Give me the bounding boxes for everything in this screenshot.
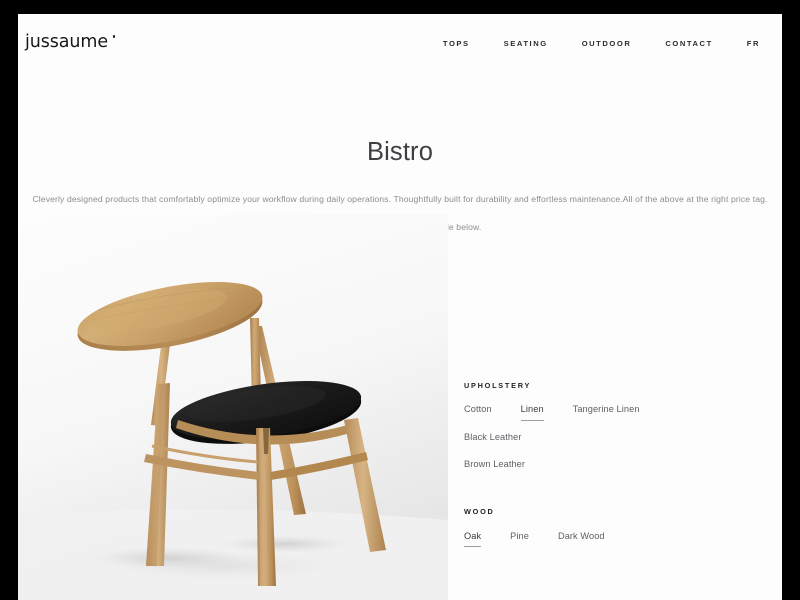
upholstery-option-black-leather[interactable]: Black Leather [464,431,521,448]
option-group-wood: WOOD Oak Pine Dark Wood [464,508,764,547]
wood-label: WOOD [464,507,495,517]
page-title: Bistro [366,138,434,166]
window-frame: jussaume TOPS SEATING OUTDOOR CONTACT FR… [0,0,800,600]
wood-option-oak[interactable]: Oak [464,530,482,547]
hero-paragraph-1: Cleverly designed products that comforta… [32,193,768,204]
site-header: jussaume TOPS SEATING OUTDOOR CONTACT FR [18,14,782,72]
brand-logo-text: jussaume [25,32,109,53]
upholstery-option-tangerine-linen[interactable]: Tangerine Linen [573,403,640,420]
upholstery-option-brown-leather[interactable]: Brown Leather [464,458,732,475]
registered-dot-icon [112,35,116,38]
page-viewport: jussaume TOPS SEATING OUTDOOR CONTACT FR… [18,14,782,600]
nav-item-language-fr[interactable]: FR [730,35,770,52]
upholstery-label: UPHOLSTERY [464,381,532,390]
upholstery-option-linen[interactable]: Linen [520,403,544,421]
option-group-upholstery: UPHOLSTERY Cotton Linen Tangerine Linen … [464,382,764,475]
nav-item-outdoor[interactable]: OUTDOOR [565,35,649,52]
upholstery-option-list: Cotton Linen Tangerine Linen Black Leath… [464,403,732,475]
product-image [18,214,448,600]
nav-item-seating[interactable]: SEATING [487,35,565,52]
nav-item-tops[interactable]: TOPS [426,35,487,52]
brand-logo[interactable]: jussaume [25,32,116,53]
upholstery-option-cotton[interactable]: Cotton [464,403,492,420]
wood-option-pine[interactable]: Pine [510,530,529,547]
wood-option-dark-wood[interactable]: Dark Wood [558,530,605,547]
wood-option-list: Oak Pine Dark Wood [464,530,732,547]
main-navigation: TOPS SEATING OUTDOOR CONTACT FR [426,35,770,52]
nav-item-contact[interactable]: CONTACT [648,35,729,52]
product-options: UPHOLSTERY Cotton Linen Tangerine Linen … [464,382,764,547]
